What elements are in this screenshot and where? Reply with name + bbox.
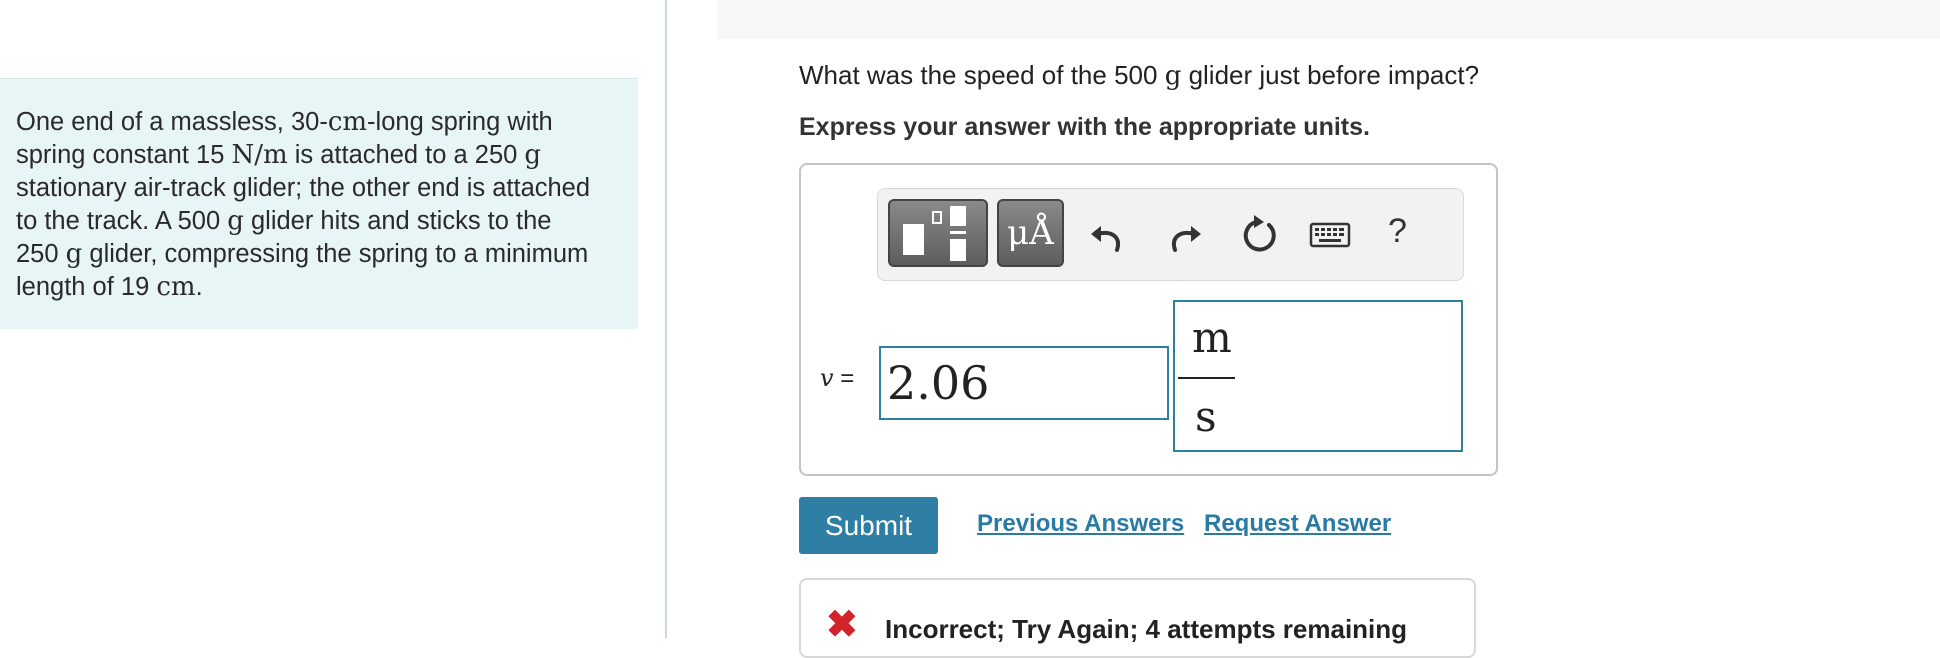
top-strip [718, 0, 1940, 39]
templates-button[interactable] [888, 199, 988, 267]
left-panel: One end of a massless, 30-cm-long spring… [0, 0, 665, 638]
problem-statement-box: One end of a massless, 30-cm-long spring… [0, 78, 638, 329]
redo-icon[interactable] [1161, 212, 1207, 258]
answer-value-input[interactable]: 2.06 [879, 346, 1169, 420]
reset-icon[interactable] [1236, 212, 1282, 258]
incorrect-icon: ✖ [826, 604, 858, 646]
feedback-message: Incorrect; Try Again; 4 attempts remaini… [885, 614, 1408, 644]
panel-divider[interactable] [665, 0, 667, 638]
unit-denominator: s [1195, 392, 1217, 441]
units-button[interactable]: μÅ [997, 199, 1064, 267]
question-text: What was the speed of the 500 g glider j… [799, 60, 1480, 91]
variable-label: v = [820, 364, 855, 392]
undo-icon[interactable] [1085, 212, 1131, 258]
request-answer-link[interactable]: Request Answer [1204, 510, 1391, 538]
previous-answers-link[interactable]: Previous Answers [977, 510, 1184, 538]
instruction-text: Express your answer with the appropriate… [799, 113, 1370, 141]
submit-button[interactable]: Submit [799, 497, 938, 554]
help-icon[interactable]: ? [1388, 212, 1407, 251]
unit-numerator: m [1192, 313, 1232, 362]
keyboard-icon[interactable] [1309, 218, 1351, 252]
unit-fraction-bar [1178, 377, 1235, 379]
units-icon: μÅ [1007, 213, 1054, 253]
problem-text: One end of a massless, 30-cm-long spring… [16, 107, 591, 302]
